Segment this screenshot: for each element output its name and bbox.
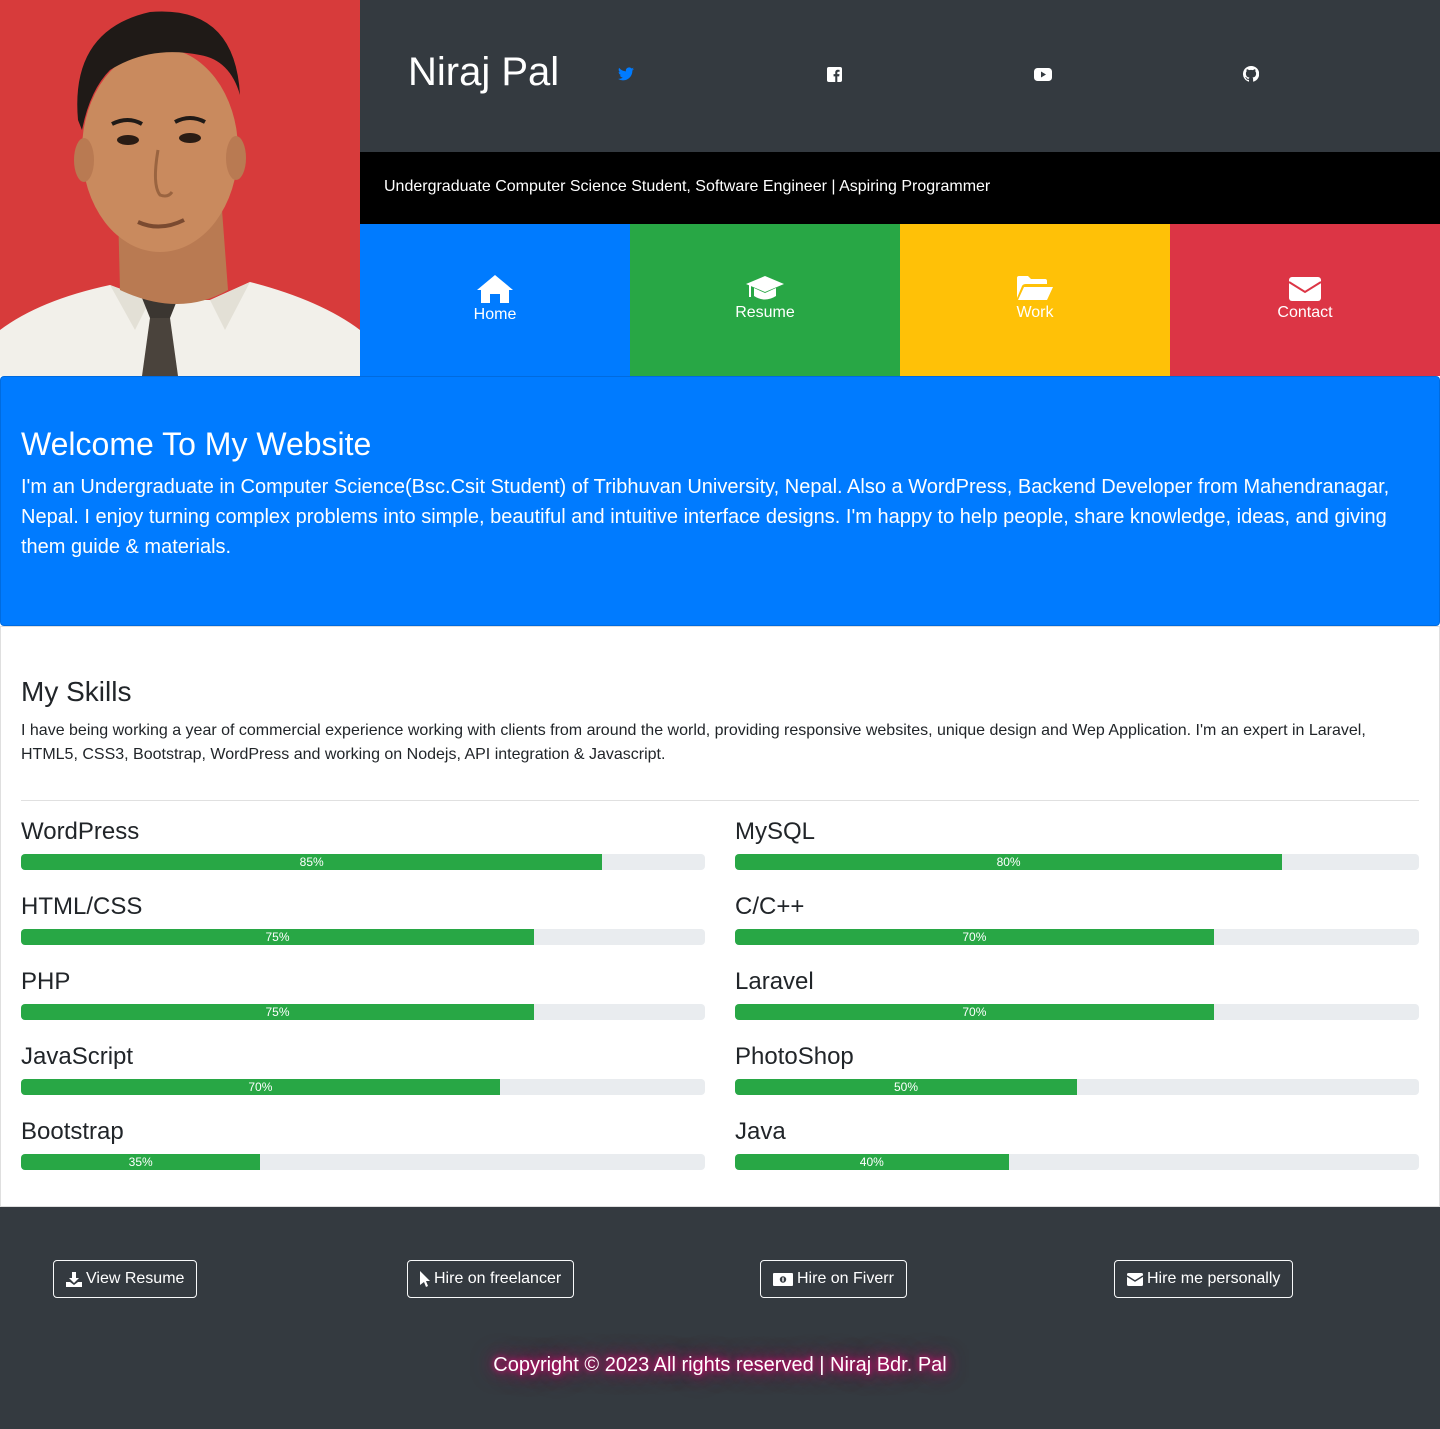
skill-item: PhotoShop 50% [735, 1042, 1419, 1095]
nav-tile-label: Contact [1277, 304, 1333, 321]
skill-progress-bar: 35% [21, 1154, 261, 1170]
skill-name: Laravel [735, 968, 814, 995]
skill-item: Java 40% [735, 1117, 1419, 1170]
hire-freelancer-button[interactable]: Hire on freelancer [407, 1260, 575, 1298]
skills-intro: I have being working a year of commercia… [21, 722, 1366, 763]
skill-progress-bar: 70% [21, 1079, 500, 1095]
facebook-link[interactable] [824, 64, 844, 84]
nav-tile-resume[interactable]: Resume [630, 224, 900, 376]
mouse-pointer-icon [420, 1271, 430, 1287]
welcome-text: I'm an Undergraduate in Computer Science… [21, 476, 1390, 558]
nav-tile-work[interactable]: Work [900, 224, 1170, 376]
welcome-section: Welcome To My Website I'm an Undergradua… [0, 376, 1440, 626]
skills-title: My Skills [21, 676, 132, 707]
skill-item: MySQL 80% [735, 817, 1419, 870]
tagline-bar: Undergraduate Computer Science Student, … [360, 152, 1440, 224]
footer: View Resume Hire on freelancer Hire on F… [0, 1207, 1440, 1429]
home-icon [477, 275, 513, 303]
nav-tile-home[interactable]: Home [360, 224, 630, 376]
profile-photo-illustration [0, 0, 360, 376]
skill-item: Laravel 70% [735, 967, 1419, 1020]
nav-tile-label: Home [473, 306, 517, 323]
skill-progress: 70% [21, 1079, 705, 1095]
skill-grid: WordPress 85% MySQL 80% HTML/CSS 75% C/C++ 70% P… [21, 817, 1419, 1170]
skill-item: Bootstrap 35% [21, 1117, 705, 1170]
download-icon [66, 1271, 82, 1287]
nav-tiles: Home Resume Work Contact [360, 224, 1440, 376]
skill-item: C/C++ 70% [735, 892, 1419, 945]
skill-name: MySQL [735, 818, 816, 845]
youtube-icon [1034, 67, 1052, 81]
skill-item: JavaScript 70% [21, 1042, 705, 1095]
folder-open-icon [1017, 276, 1053, 300]
hire-fiverr-label: Hire on Fiverr [797, 1270, 894, 1287]
github-link[interactable] [1241, 64, 1261, 84]
header-bar: Niraj Pal [360, 0, 1440, 152]
skill-item: PHP 75% [21, 967, 705, 1020]
nav-tile-contact[interactable]: Contact [1170, 224, 1440, 376]
skill-name: WordPress [21, 818, 140, 845]
hire-personally-label: Hire me personally [1147, 1270, 1281, 1287]
view-resume-button[interactable]: View Resume [53, 1260, 198, 1298]
twitter-link[interactable] [616, 64, 636, 84]
nav-tile-label: Work [1016, 304, 1054, 321]
twitter-icon [618, 67, 634, 81]
skill-progress: 70% [735, 929, 1419, 945]
skill-name: C/C++ [735, 893, 805, 920]
skill-progress: 85% [21, 854, 705, 870]
site-name: Niraj Pal [408, 50, 560, 94]
nav-tile-label: Resume [735, 304, 795, 321]
skill-progress-bar: 50% [735, 1079, 1077, 1095]
hire-fiverr-button[interactable]: Hire on Fiverr [760, 1260, 907, 1298]
view-resume-label: View Resume [86, 1270, 185, 1287]
skill-progress: 40% [735, 1154, 1419, 1170]
skill-progress: 50% [735, 1079, 1419, 1095]
skill-progress: 80% [735, 854, 1419, 870]
skill-name: JavaScript [21, 1043, 134, 1070]
skill-progress-bar: 85% [21, 854, 603, 870]
hire-personally-button[interactable]: Hire me personally [1114, 1260, 1294, 1298]
envelope-icon [1288, 277, 1322, 301]
copyright: Copyright © 2023 All rights reserved | N… [493, 1354, 947, 1376]
skill-name: Bootstrap [21, 1118, 124, 1145]
skill-progress-bar: 80% [735, 854, 1283, 870]
skill-progress: 75% [21, 1004, 705, 1020]
skill-name: PhotoShop [735, 1043, 854, 1070]
skill-progress-bar: 70% [735, 1004, 1214, 1020]
welcome-title: Welcome To My Website [21, 426, 372, 462]
envelope-icon [1127, 1272, 1143, 1286]
skill-progress: 70% [735, 1004, 1419, 1020]
skills-section: My Skills I have being working a year of… [0, 626, 1440, 1207]
divider [21, 800, 1419, 801]
skill-progress-bar: 40% [735, 1154, 1009, 1170]
skill-item: HTML/CSS 75% [21, 892, 705, 945]
skill-name: Java [735, 1118, 786, 1145]
skill-progress-bar: 75% [21, 929, 534, 945]
skill-progress: 35% [21, 1154, 705, 1170]
skill-progress-bar: 75% [21, 1004, 534, 1020]
hire-freelancer-label: Hire on freelancer [434, 1270, 562, 1287]
top-section: Niraj Pal Undergraduate Computer Science… [0, 0, 1440, 376]
github-icon [1243, 66, 1259, 82]
tagline: Undergraduate Computer Science Student, … [384, 178, 991, 195]
skill-progress: 75% [21, 929, 705, 945]
profile-photo [0, 0, 360, 376]
money-icon [773, 1272, 793, 1286]
facebook-icon [826, 66, 842, 82]
skill-name: PHP [21, 968, 71, 995]
youtube-link[interactable] [1033, 64, 1053, 84]
skill-progress-bar: 70% [735, 929, 1214, 945]
skill-item: WordPress 85% [21, 817, 705, 870]
skill-name: HTML/CSS [21, 893, 143, 920]
graduation-cap-icon [746, 276, 784, 300]
